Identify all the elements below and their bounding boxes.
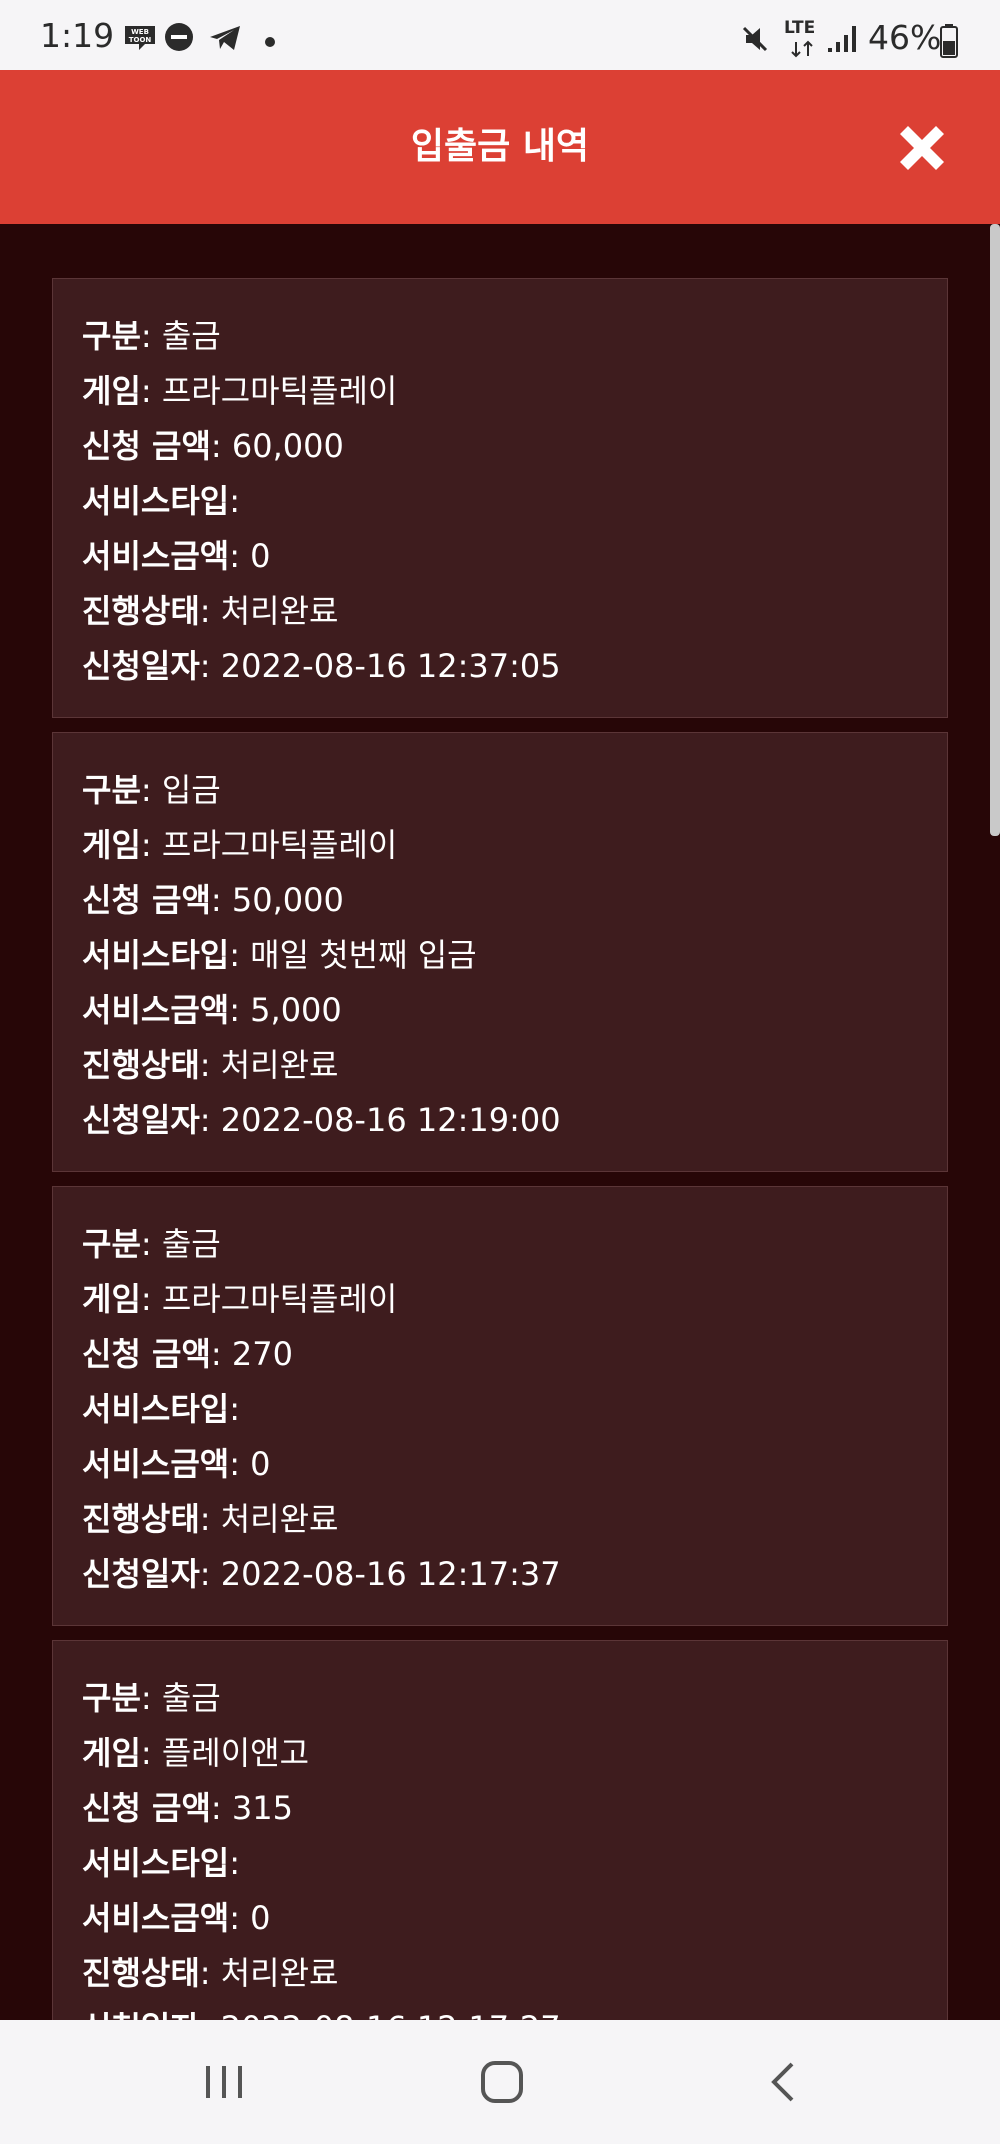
- data-arrows-icon: [791, 40, 813, 58]
- dot-icon: [265, 37, 275, 47]
- amount-row: 신청 금액: 315: [82, 1789, 293, 1827]
- close-icon: [900, 126, 944, 170]
- service-type-row: 서비스타입: 매일 첫번째 입금: [82, 936, 477, 974]
- status-row: 진행상태: 처리완료: [82, 1954, 339, 1992]
- game-row: 게임: 플레이앤고: [82, 1734, 310, 1772]
- navigation-bar: [0, 2020, 1000, 2144]
- status-time: 1:19: [40, 16, 115, 55]
- back-icon: [771, 2062, 794, 2102]
- network-label: LTE: [784, 18, 816, 38]
- date-row: 신청일자: 2022-08-16 12:37:05: [82, 647, 561, 685]
- svg-text:TOON: TOON: [129, 36, 152, 44]
- service-type-row: 서비스타입:: [82, 1844, 240, 1882]
- status-row: 진행상태: 처리완료: [82, 1500, 339, 1538]
- battery-percent: 46%: [868, 18, 942, 57]
- battery-icon: [940, 24, 958, 58]
- service-amount-row: 서비스금액: 0: [82, 537, 271, 575]
- recent-apps-icon: [206, 2066, 242, 2098]
- mute-icon: [742, 26, 768, 52]
- service-amount-row: 서비스금액: 0: [82, 1445, 271, 1483]
- type-row: 구분: 출금: [82, 1225, 221, 1263]
- transaction-history-list[interactable]: 구분: 출금 게임: 프라그마틱플레이 신청 금액: 60,000 서비스타입:…: [0, 224, 1000, 2020]
- service-type-row: 서비스타입:: [82, 482, 240, 520]
- transaction-card: 구분: 출금 게임: 플레이앤고 신청 금액: 315 서비스타입: 서비스금액…: [52, 1640, 948, 2020]
- service-type-row: 서비스타입:: [82, 1390, 240, 1428]
- status-bar: 1:19 WEB TOON LTE 46%: [0, 0, 1000, 70]
- amount-row: 신청 금액: 50,000: [82, 881, 344, 919]
- transaction-card: 구분: 출금 게임: 프라그마틱플레이 신청 금액: 60,000 서비스타입:…: [52, 278, 948, 718]
- transaction-card: 구분: 입금 게임: 프라그마틱플레이 신청 금액: 50,000 서비스타입:…: [52, 732, 948, 1172]
- yogiyo-icon: [165, 23, 193, 51]
- svg-text:WEB: WEB: [131, 28, 149, 36]
- status-row: 진행상태: 처리완료: [82, 1046, 339, 1084]
- page-title: 입출금 내역: [410, 126, 590, 167]
- close-button[interactable]: [894, 120, 950, 176]
- game-row: 게임: 프라그마틱플레이: [82, 372, 398, 410]
- webtoon-icon: WEB TOON: [125, 26, 155, 50]
- signal-icon: [828, 26, 856, 52]
- service-amount-row: 서비스금액: 0: [82, 1899, 271, 1937]
- type-row: 구분: 출금: [82, 1679, 221, 1717]
- date-row: 신청일자: 2022-08-16 12:17:27: [82, 2001, 561, 2020]
- status-row: 진행상태: 처리완료: [82, 592, 339, 630]
- game-row: 게임: 프라그마틱플레이: [82, 1280, 398, 1318]
- home-icon: [481, 2061, 523, 2103]
- back-button[interactable]: [754, 2052, 814, 2112]
- game-row: 게임: 프라그마틱플레이: [82, 826, 398, 864]
- scrollbar[interactable]: [990, 224, 1000, 836]
- transaction-card: 구분: 출금 게임: 프라그마틱플레이 신청 금액: 270 서비스타입: 서비…: [52, 1186, 948, 1626]
- amount-row: 신청 금액: 60,000: [82, 427, 344, 465]
- home-button[interactable]: [472, 2052, 532, 2112]
- amount-row: 신청 금액: 270: [82, 1335, 293, 1373]
- date-row: 신청일자: 2022-08-16 12:17:37: [82, 1555, 561, 1593]
- page-header: 입출금 내역: [0, 70, 1000, 224]
- date-row: 신청일자: 2022-08-16 12:19:00: [82, 1101, 561, 1139]
- service-amount-row: 서비스금액: 5,000: [82, 991, 342, 1029]
- type-row: 구분: 입금: [82, 771, 221, 809]
- telegram-icon: [210, 26, 240, 50]
- recent-apps-button[interactable]: [194, 2052, 254, 2112]
- type-row: 구분: 출금: [82, 317, 221, 355]
